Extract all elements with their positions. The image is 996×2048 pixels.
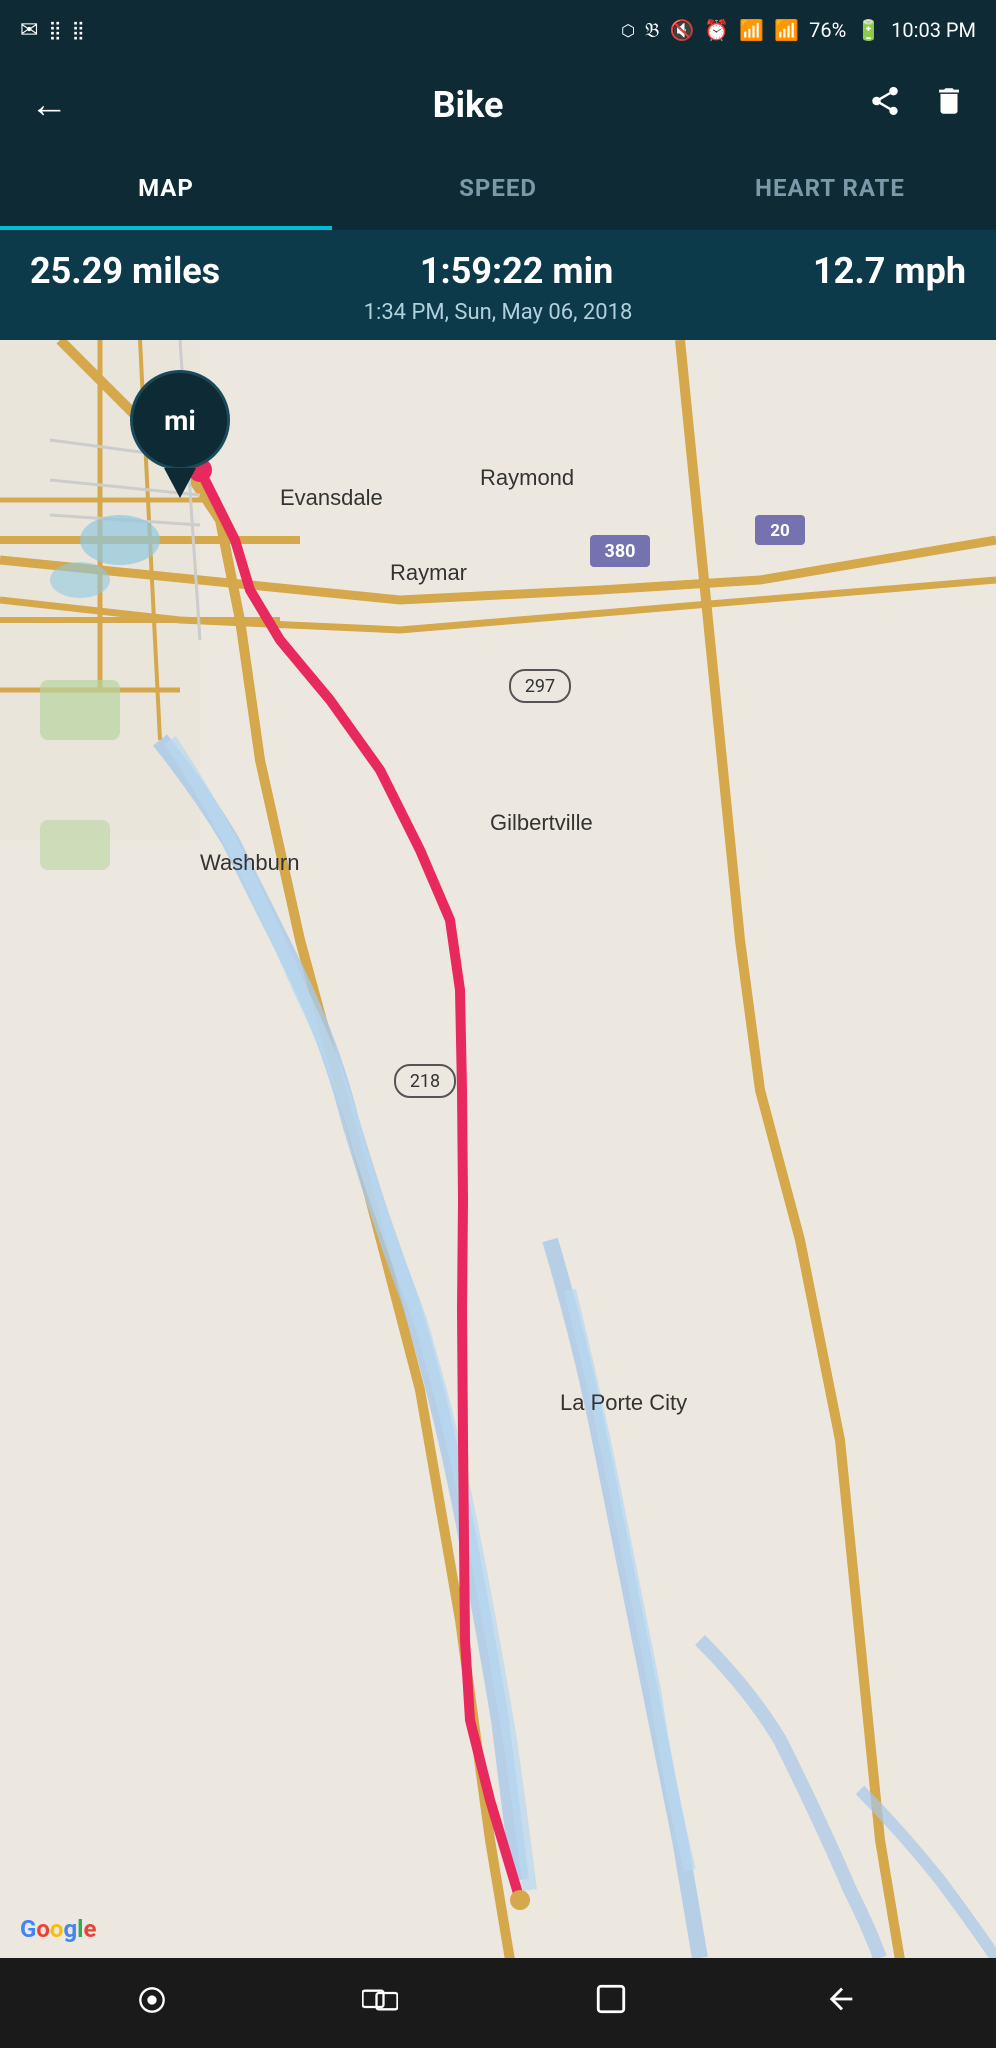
marker-label: mi xyxy=(164,404,196,437)
svg-text:Raymar: Raymar xyxy=(390,560,467,585)
svg-text:La Porte City: La Porte City xyxy=(560,1390,687,1415)
app-bar-actions xyxy=(868,84,966,126)
back-button[interactable]: ← xyxy=(30,83,68,127)
wifi-icon: 📶 xyxy=(739,18,764,42)
duration-value: 1:59:22 min xyxy=(420,250,613,292)
battery-percent: 76% xyxy=(809,18,846,42)
grid-icon-1: ⣿ xyxy=(48,20,61,41)
page-title: Bike xyxy=(433,84,504,126)
battery-saver-icon: ⬡ xyxy=(621,21,635,40)
status-bar: ✉ ⣿ ⣿ ⬡ 𝔅 🔇 ⏰ 📶 📶 76% 🔋 10:03 PM xyxy=(0,0,996,60)
marker-bubble: mi xyxy=(130,370,230,470)
grid-icon-2: ⣿ xyxy=(72,20,85,41)
delete-icon[interactable] xyxy=(932,84,966,126)
tab-speed[interactable]: SPEED xyxy=(332,150,664,230)
svg-text:Evansdale: Evansdale xyxy=(280,485,383,510)
bottom-nav xyxy=(0,1958,996,2048)
map-svg: 380 20 297 218 Evansdale Raymond Raymar … xyxy=(0,340,996,1958)
nav-back-button[interactable] xyxy=(814,1972,868,2034)
distance-value: 25.29 miles xyxy=(30,250,220,292)
tabs: MAP SPEED HEART RATE xyxy=(0,150,996,230)
nav-home-button[interactable] xyxy=(584,1972,638,2034)
signal-icon: 📶 xyxy=(774,18,799,42)
mail-icon: ✉ xyxy=(20,18,38,43)
mute-icon: 🔇 xyxy=(669,18,694,42)
tab-map[interactable]: MAP xyxy=(0,150,332,230)
tab-heart-rate[interactable]: HEART RATE xyxy=(664,150,996,230)
svg-text:Raymond: Raymond xyxy=(480,465,574,490)
speed-value: 12.7 mph xyxy=(813,250,966,292)
map-container[interactable]: 380 20 297 218 Evansdale Raymond Raymar … xyxy=(0,340,996,1958)
svg-text:Gilbertville: Gilbertville xyxy=(490,810,593,835)
svg-text:20: 20 xyxy=(770,521,790,541)
google-logo: Google xyxy=(20,1915,97,1943)
battery-icon: 🔋 xyxy=(856,18,881,42)
stats-row-values: 25.29 miles 1:59:22 min 12.7 mph xyxy=(30,250,966,292)
stats-bar: 25.29 miles 1:59:22 min 12.7 mph 1:34 PM… xyxy=(0,230,996,340)
nav-recents-button[interactable] xyxy=(352,1974,408,2032)
status-right-icons: ⬡ 𝔅 🔇 ⏰ 📶 📶 76% 🔋 10:03 PM xyxy=(621,18,976,42)
svg-text:297: 297 xyxy=(525,676,555,697)
svg-text:Washburn: Washburn xyxy=(200,850,299,875)
time: 10:03 PM xyxy=(891,18,976,42)
marker-tail xyxy=(164,468,196,498)
stats-datetime: 1:34 PM, Sun, May 06, 2018 xyxy=(30,300,966,325)
alarm-icon: ⏰ xyxy=(704,18,729,42)
app-bar: ← Bike xyxy=(0,60,996,150)
svg-text:380: 380 xyxy=(605,541,636,562)
nav-circle-button[interactable] xyxy=(128,1974,176,2032)
bluetooth-icon: 𝔅 xyxy=(645,18,659,42)
share-icon[interactable] xyxy=(868,84,902,126)
svg-text:218: 218 xyxy=(410,1071,440,1092)
map-marker: mi xyxy=(130,370,230,498)
status-left-icons: ✉ ⣿ ⣿ xyxy=(20,18,85,43)
